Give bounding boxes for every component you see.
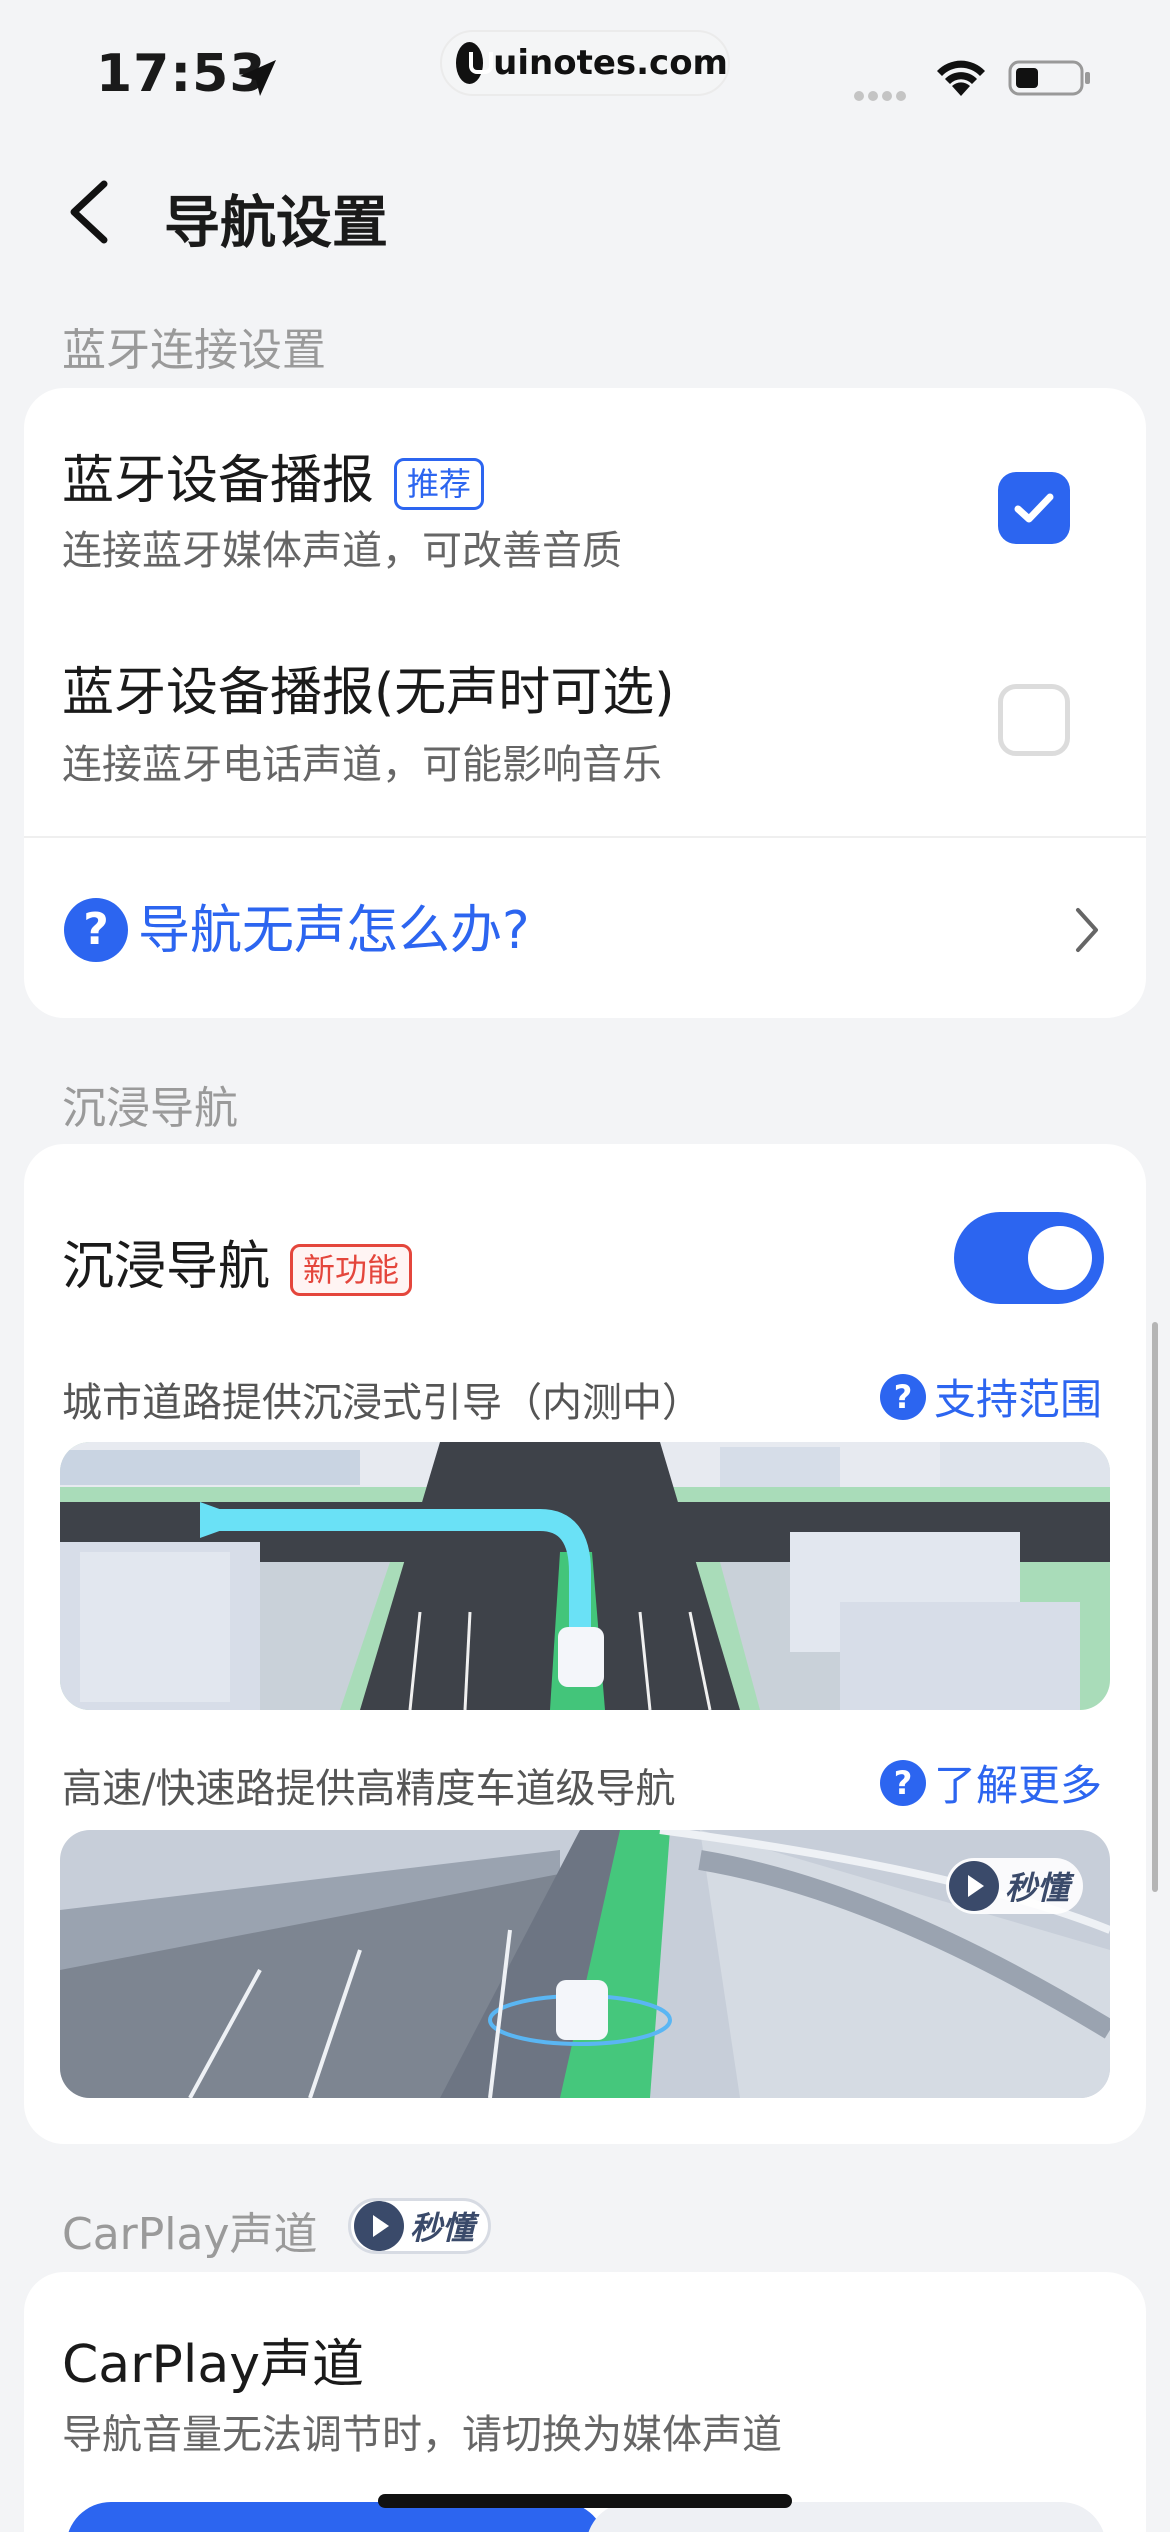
learn-more-label: 了解更多 [934,1761,1103,1810]
checkmark-icon [1014,493,1054,523]
immersive-title: 沉浸导航 [62,1237,271,1297]
bluetooth-card: 蓝牙设备播报 推荐 连接蓝牙媒体声道，可改善音质 蓝牙设备播报(无声时可选) 连接… [24,388,1146,1018]
section-label-immersive: 沉浸导航 [62,1083,238,1134]
support-range-label: 支持范围 [934,1375,1103,1424]
question-circle-icon: ? [880,1373,926,1420]
no-sound-help-link[interactable]: 导航无声怎么办? [138,888,530,963]
carplay-card: CarPlay声道 导航音量无法调节时，请切换为媒体声道 [24,2272,1146,2532]
card-divider [24,836,1146,838]
bt-option1-title-row: 蓝牙设备播报 推荐 [62,438,485,513]
video-explainer-badge[interactable]: 秒懂 [946,1858,1084,1914]
city-desc: 城市道路提供沉浸式引导（内测中） [62,1380,702,1426]
carplay-subtitle: 导航音量无法调节时，请切换为媒体声道 [62,2412,782,2458]
watermark-logo-icon [456,42,494,84]
page-title: 导航设置 [164,191,388,256]
bt-option1-subtitle: 连接蓝牙媒体声道，可改善音质 [62,528,622,574]
carplay-explainer-label: 秒懂 [410,2209,475,2247]
section-label-bluetooth: 蓝牙连接设置 [62,325,326,376]
support-range-link[interactable]: ? 支持范围 [880,1366,1102,1427]
carplay-explainer-badge[interactable]: 秒懂 [348,2198,492,2254]
scrollbar[interactable] [1152,1322,1158,1892]
carplay-title: CarPlay声道 [62,2335,364,2395]
signal-dots-icon [854,86,916,101]
immersive-card: 沉浸导航 新功能 城市道路提供沉浸式引导（内测中） ? 支持范围 高速/快速路提供… [24,1144,1146,2144]
video-explainer-label: 秒懂 [1005,1869,1070,1907]
chevron-right-icon [1076,908,1098,952]
bt-option2-checkbox[interactable] [998,684,1070,756]
recommend-badge: 推荐 [394,458,485,510]
toggle-knob [1028,1226,1092,1290]
play-icon [949,1861,999,1911]
learn-more-link[interactable]: ? 了解更多 [880,1752,1102,1813]
watermark-text: uinotes.com [493,43,728,83]
highway-desc: 高速/快速路提供高精度车道级导航 [62,1766,676,1812]
bt-option2-title: 蓝牙设备播报(无声时可选) [62,663,675,723]
bt-option1-checkbox[interactable] [998,472,1070,544]
bt-option2-subtitle: 连接蓝牙电话声道，可能影响音乐 [62,742,662,788]
highway-illustration-container[interactable]: 秒懂 [60,1830,1110,2098]
back-chevron-icon[interactable] [60,176,120,248]
home-indicator [378,2494,792,2508]
city-navigation-illustration [60,1442,1110,1710]
wifi-icon [937,60,985,96]
immersive-toggle[interactable] [954,1212,1104,1304]
bt-option1-title: 蓝牙设备播报 [62,451,375,511]
section-label-carplay: CarPlay声道 [62,2209,318,2260]
watermark-pill: uinotes.com [440,30,730,96]
play-icon [354,2201,404,2251]
immersive-title-row: 沉浸导航 新功能 [62,1224,413,1299]
battery-icon [1008,60,1090,96]
status-bar: 17:53 uinotes.com [0,0,1170,140]
new-feature-badge: 新功能 [290,1244,413,1296]
question-circle-icon: ? [880,1759,926,1806]
question-circle-icon: ? [64,898,128,962]
location-arrow-icon [240,60,276,96]
